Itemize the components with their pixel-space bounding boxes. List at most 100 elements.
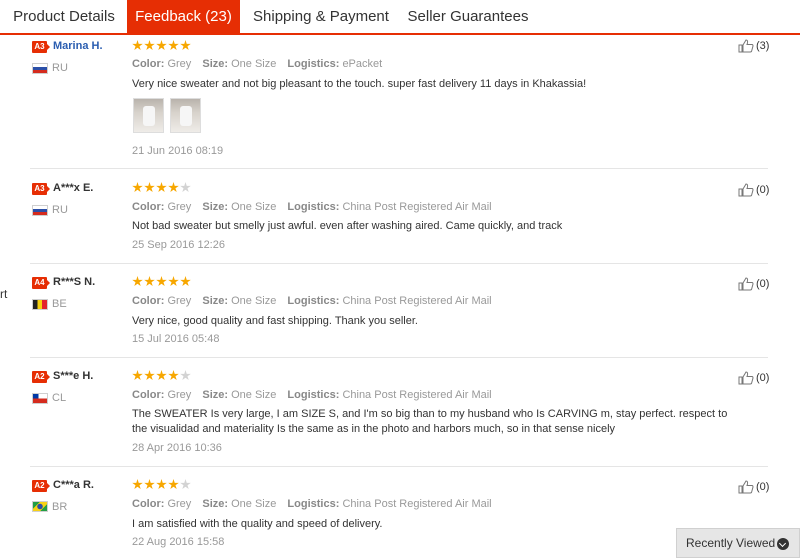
logistics-value: ePacket — [342, 58, 383, 70]
logistics-label: Logistics: — [287, 58, 340, 70]
review-photo-thumbnail[interactable] — [133, 98, 164, 133]
helpful-button[interactable]: (0) — [738, 183, 769, 197]
color-value: Grey — [167, 389, 192, 401]
tab-feedback[interactable]: Feedback (23) — [127, 0, 240, 34]
buyer-country: BE — [52, 298, 67, 310]
logistics-label: Logistics: — [287, 389, 340, 401]
star-filled-icon — [168, 370, 179, 381]
star-filled-icon — [168, 276, 179, 287]
review-text: Not bad sweater but smelly just awful. e… — [132, 220, 563, 232]
thumbs-up-icon — [738, 371, 754, 385]
star-filled-icon — [156, 479, 167, 490]
order-attributes: Color: Grey Size: One Size Logistics: Ch… — [132, 201, 492, 213]
thumbs-up-icon — [738, 39, 754, 53]
star-filled-icon — [144, 479, 155, 490]
color-value: Grey — [167, 498, 192, 510]
size-label: Size: — [202, 58, 229, 70]
buyer-country: RU — [52, 204, 68, 216]
review-photos — [133, 98, 201, 133]
color-label: Color: — [132, 389, 165, 401]
helpful-count: (0) — [756, 278, 770, 290]
helpful-button[interactable]: (3) — [738, 39, 769, 53]
star-filled-icon — [168, 479, 179, 490]
flag-be-icon — [32, 299, 48, 310]
flag-ru-icon — [32, 63, 48, 74]
review-photo-thumbnail[interactable] — [170, 98, 201, 133]
size-label: Size: — [202, 295, 229, 307]
star-filled-icon — [144, 40, 155, 51]
star-empty-icon — [180, 479, 191, 490]
size-value: One Size — [231, 389, 277, 401]
star-rating — [132, 276, 191, 287]
star-filled-icon — [180, 40, 191, 51]
review-date: 28 Apr 2016 10:36 — [132, 442, 222, 454]
size-value: One Size — [231, 498, 277, 510]
star-filled-icon — [156, 276, 167, 287]
flag-br-icon — [32, 501, 48, 512]
buyer-level-badge: A3 — [32, 183, 50, 195]
logistics-label: Logistics: — [287, 201, 340, 213]
review-item: A2 C***a R. BR Color: Grey Size: One Siz… — [30, 467, 769, 558]
size-value: One Size — [231, 295, 277, 307]
thumbs-up-icon — [738, 183, 754, 197]
color-value: Grey — [167, 295, 192, 307]
color-value: Grey — [167, 201, 192, 213]
star-filled-icon — [144, 276, 155, 287]
review-text: I am satisfied with the quality and spee… — [132, 518, 383, 530]
flag-cl-icon — [32, 393, 48, 404]
logistics-label: Logistics: — [287, 295, 340, 307]
tab-seller-guarantees[interactable]: Seller Guarantees — [402, 0, 534, 33]
tab-shipping-payment[interactable]: Shipping & Payment — [248, 0, 394, 33]
size-label: Size: — [202, 201, 229, 213]
star-filled-icon — [132, 479, 143, 490]
buyer-country: CL — [52, 392, 67, 404]
tab-product-details[interactable]: Product Details — [4, 0, 124, 33]
cut-off-sidebar-text: rt — [0, 287, 8, 301]
buyer-country: RU — [52, 62, 68, 74]
buyer-name[interactable]: Marina H. — [53, 40, 103, 52]
star-filled-icon — [156, 370, 167, 381]
helpful-count: (0) — [756, 372, 770, 384]
star-filled-icon — [132, 182, 143, 193]
size-value: One Size — [231, 201, 277, 213]
thumbs-up-icon — [738, 480, 754, 494]
buyer-name: C***a R. — [53, 479, 94, 491]
buyer-level-badge: A2 — [32, 371, 50, 383]
size-label: Size: — [202, 498, 229, 510]
star-empty-icon — [180, 370, 191, 381]
star-filled-icon — [168, 40, 179, 51]
star-filled-icon — [144, 370, 155, 381]
order-attributes: Color: Grey Size: One Size Logistics: Ch… — [132, 295, 492, 307]
star-filled-icon — [132, 40, 143, 51]
helpful-count: (0) — [756, 481, 770, 493]
review-text: Very nice, good quality and fast shippin… — [132, 315, 418, 327]
recently-viewed-button[interactable]: Recently Viewed — [676, 528, 800, 558]
color-label: Color: — [132, 295, 165, 307]
star-rating — [132, 40, 191, 51]
star-filled-icon — [168, 182, 179, 193]
color-value: Grey — [167, 58, 192, 70]
review-item: A2 S***e H. CL Color: Grey Size: One Siz… — [30, 358, 769, 467]
tab-bar: Product Details Feedback (23) Shipping &… — [0, 0, 800, 35]
helpful-count: (0) — [756, 184, 770, 196]
review-text: The SWEATER Is very large, I am SIZE S, … — [132, 408, 728, 435]
helpful-button[interactable]: (0) — [738, 480, 769, 494]
order-attributes: Color: Grey Size: One Size Logistics: Ch… — [132, 498, 492, 510]
order-attributes: Color: Grey Size: One Size Logistics: Ch… — [132, 389, 492, 401]
color-label: Color: — [132, 58, 165, 70]
star-filled-icon — [144, 182, 155, 193]
logistics-value: China Post Registered Air Mail — [342, 389, 492, 401]
helpful-button[interactable]: (0) — [738, 277, 769, 291]
review-date: 21 Jun 2016 08:19 — [132, 145, 224, 157]
star-filled-icon — [132, 370, 143, 381]
star-filled-icon — [132, 276, 143, 287]
star-rating — [132, 479, 191, 490]
star-rating — [132, 370, 191, 381]
chevron-down-icon — [777, 538, 789, 550]
star-rating — [132, 182, 191, 193]
logistics-label: Logistics: — [287, 498, 340, 510]
helpful-button[interactable]: (0) — [738, 371, 769, 385]
size-value: One Size — [231, 58, 277, 70]
logistics-value: China Post Registered Air Mail — [342, 295, 492, 307]
buyer-name: A***x E. — [53, 182, 94, 194]
